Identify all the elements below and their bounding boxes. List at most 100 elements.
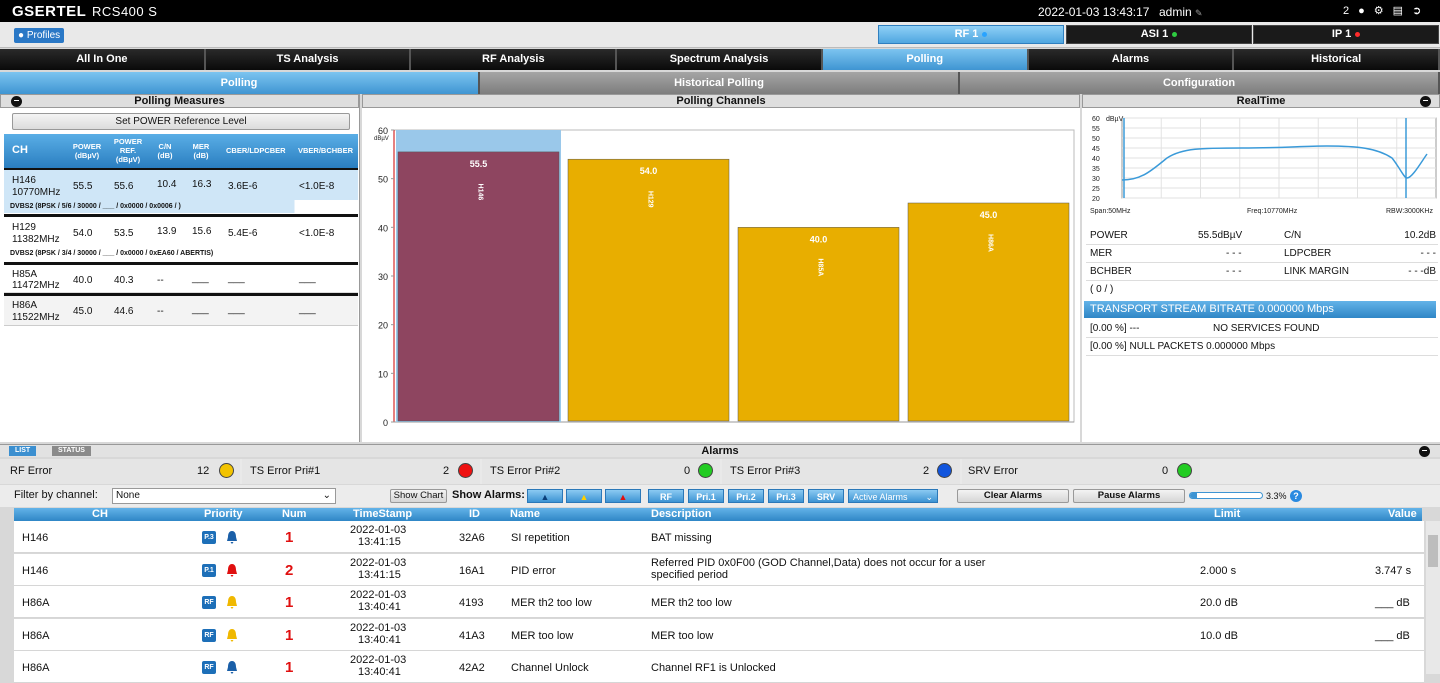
alarm-limit: 10.0 dB [1200, 629, 1238, 642]
alarm-value: ___ dB [1375, 629, 1410, 642]
counter-count: 0 [1162, 465, 1169, 477]
alarm-num: 1 [285, 626, 294, 644]
profiles-button[interactable]: ● Profiles [14, 28, 65, 43]
logout-icon[interactable]: ➲ [1412, 4, 1421, 17]
status-dot [1172, 31, 1178, 37]
alarm-row[interactable]: H86A 1 2022-01-03 13:40:41 42A2 Channel Unloc… [14, 651, 1424, 683]
alarm-row[interactable]: H86A 1 2022-01-03 13:40:41 41A3 MER too low ME… [14, 618, 1424, 651]
help-icon[interactable]: ? [1290, 490, 1302, 502]
alarm-value: ___ dB [1375, 597, 1410, 609]
clear-alarms-button[interactable]: Clear Alarms [957, 489, 1069, 503]
cn-value: -- [157, 306, 164, 317]
tab-historical[interactable]: Historical [1234, 49, 1440, 70]
subtab-historical-polling[interactable]: Historical Polling [480, 72, 960, 94]
alarm-name: MER th2 too low [511, 597, 592, 609]
panel-title: RealTime [1236, 95, 1286, 107]
tab-asi1[interactable]: ASI 1 [1066, 25, 1252, 44]
y-tick-label: 40 [1092, 156, 1100, 163]
power-ref-value: 55.6 [114, 181, 134, 192]
power-value: 45.0 [73, 306, 93, 317]
polling-row[interactable]: H85A 11472MHz 40.0 40.3 -- ___ ___ ___ [4, 265, 358, 293]
services-count: ( 0 / ) [1086, 281, 1438, 299]
cn-value: -- [157, 275, 164, 286]
alarm-name: SI repetition [511, 532, 570, 544]
panel-title: Polling Measures [134, 95, 225, 107]
tab-ip1-label: IP 1 [1331, 28, 1352, 40]
services-count-text: ( 0 / ) [1090, 284, 1114, 295]
active-alarms-select[interactable]: Active Alarms ⌄ [848, 489, 938, 503]
tab-all-in-one[interactable]: All In One [0, 49, 206, 70]
vber-value: ___ [299, 273, 316, 284]
filter-pri1-button[interactable]: Pri.1 [688, 489, 724, 503]
alarm-id: 32A6 [459, 532, 485, 544]
alarm-id: 42A2 [459, 662, 485, 674]
cn-label: C/N [1284, 230, 1302, 241]
power-value: 54.0 [73, 228, 93, 239]
tab-list[interactable]: LIST [9, 446, 37, 456]
power-value: 55.5dBµV [1198, 230, 1243, 241]
alarm-date: 2022-01-03 [350, 589, 407, 601]
active-alarms-value: Active Alarms [853, 492, 908, 502]
filter-pri3-button[interactable]: Pri.3 [768, 489, 804, 503]
subtab-configuration[interactable]: Configuration [960, 72, 1440, 94]
alarms-header: Alarms – [0, 444, 1440, 457]
pause-alarms-button[interactable]: Pause Alarms [1073, 489, 1185, 503]
tab-ip1[interactable]: IP 1 [1253, 25, 1439, 44]
filter-yellow-bell-button[interactable]: ▲ [566, 489, 602, 503]
tab-rf-analysis[interactable]: RF Analysis [411, 49, 618, 70]
alarm-row[interactable]: H146 2 2022-01-03 13:41:15 16A1 PID error Refe… [14, 553, 1424, 586]
y-tick-label: 35 [1092, 166, 1100, 173]
user-profile-icon[interactable]: ● [1358, 5, 1365, 17]
polling-row[interactable]: H129 11382MHz 54.0 53.5 13.9 15.6 5.4E-6… [4, 217, 358, 247]
bell-icon: ▲ [579, 492, 589, 502]
tab-ts-analysis[interactable]: TS Analysis [205, 49, 412, 70]
collapse-icon[interactable]: – [11, 96, 22, 107]
collapse-icon[interactable]: – [1420, 96, 1431, 107]
col-power-ref: POWER REF. (dBµV) [113, 137, 143, 164]
tab-alarms[interactable]: Alarms [1028, 49, 1235, 70]
counter-count: 2 [443, 465, 450, 477]
subtab-polling[interactable]: Polling [0, 72, 480, 94]
channel-freq: 10770MHz [12, 187, 61, 198]
priority-badge: P.1 [202, 563, 216, 577]
alarm-date: 2022-01-03 [350, 556, 407, 569]
tab-spectrum-analysis[interactable]: Spectrum Analysis [617, 49, 823, 70]
polling-channels-panel: Polling Channels 0 10 20 30 40 50 60 dBµV 55.5 H1… [362, 94, 1080, 442]
scrollbar-thumb[interactable] [1428, 535, 1438, 567]
bchber-value: - - - [1226, 266, 1242, 277]
cn-value: 10.2dB [1404, 230, 1436, 241]
filter-red-bell-button[interactable]: ▲ [605, 489, 641, 503]
channel-filter-select[interactable]: None ⌄ [112, 488, 336, 504]
print-icon[interactable]: ▤ [1393, 4, 1403, 17]
filter-pri2-button[interactable]: Pri.2 [728, 489, 764, 503]
polling-row[interactable]: H146 10770MHz 55.5 55.6 10.4 16.3 3.6E-6… [4, 168, 358, 200]
user-name[interactable]: admin ✎ [1159, 5, 1203, 19]
set-power-reference-button[interactable]: Set POWER Reference Level [12, 113, 350, 130]
filter-blue-bell-button[interactable]: ▲ [527, 489, 563, 503]
chevron-down-icon: ⌄ [322, 490, 331, 501]
filter-rf-button[interactable]: RF [648, 489, 684, 503]
service-percent: [0.00 %] --- [1090, 323, 1140, 334]
tab-rf1[interactable]: RF 1 [878, 25, 1064, 44]
mer-value: - - - [1226, 248, 1242, 259]
filter-srv-button[interactable]: SRV [808, 489, 844, 503]
counter-label: RF Error [10, 465, 53, 477]
ts-pri3-led [937, 463, 952, 478]
alarm-date: 2022-01-03 [350, 654, 407, 666]
ts-pri2-led [698, 463, 713, 478]
alarm-row[interactable]: H146 1 2022-01-03 13:41:15 32A6 SI repetition… [14, 521, 1424, 553]
col-vber: VBER/BCHBER [298, 146, 354, 155]
collapse-icon[interactable]: – [1419, 446, 1430, 457]
link-margin-label: LINK MARGIN [1284, 266, 1350, 277]
alarm-name: MER too low [511, 629, 574, 642]
cber-value: 3.6E-6 [228, 181, 258, 192]
tab-status[interactable]: STATUS [52, 446, 91, 456]
show-chart-button[interactable]: Show Chart [390, 489, 447, 503]
status-dot [982, 31, 988, 37]
gear-icon[interactable]: ⚙ [1374, 4, 1384, 17]
tab-polling[interactable]: Polling [822, 49, 1029, 70]
alarm-ch: H86A [22, 597, 50, 609]
alarm-name: Channel Unlock [511, 662, 589, 674]
polling-row[interactable]: H86A 11522MHz 45.0 44.6 -- ___ ___ ___ [4, 296, 358, 326]
alarm-row[interactable]: H86A 1 2022-01-03 13:40:41 4193 MER th2 too l… [14, 586, 1424, 618]
